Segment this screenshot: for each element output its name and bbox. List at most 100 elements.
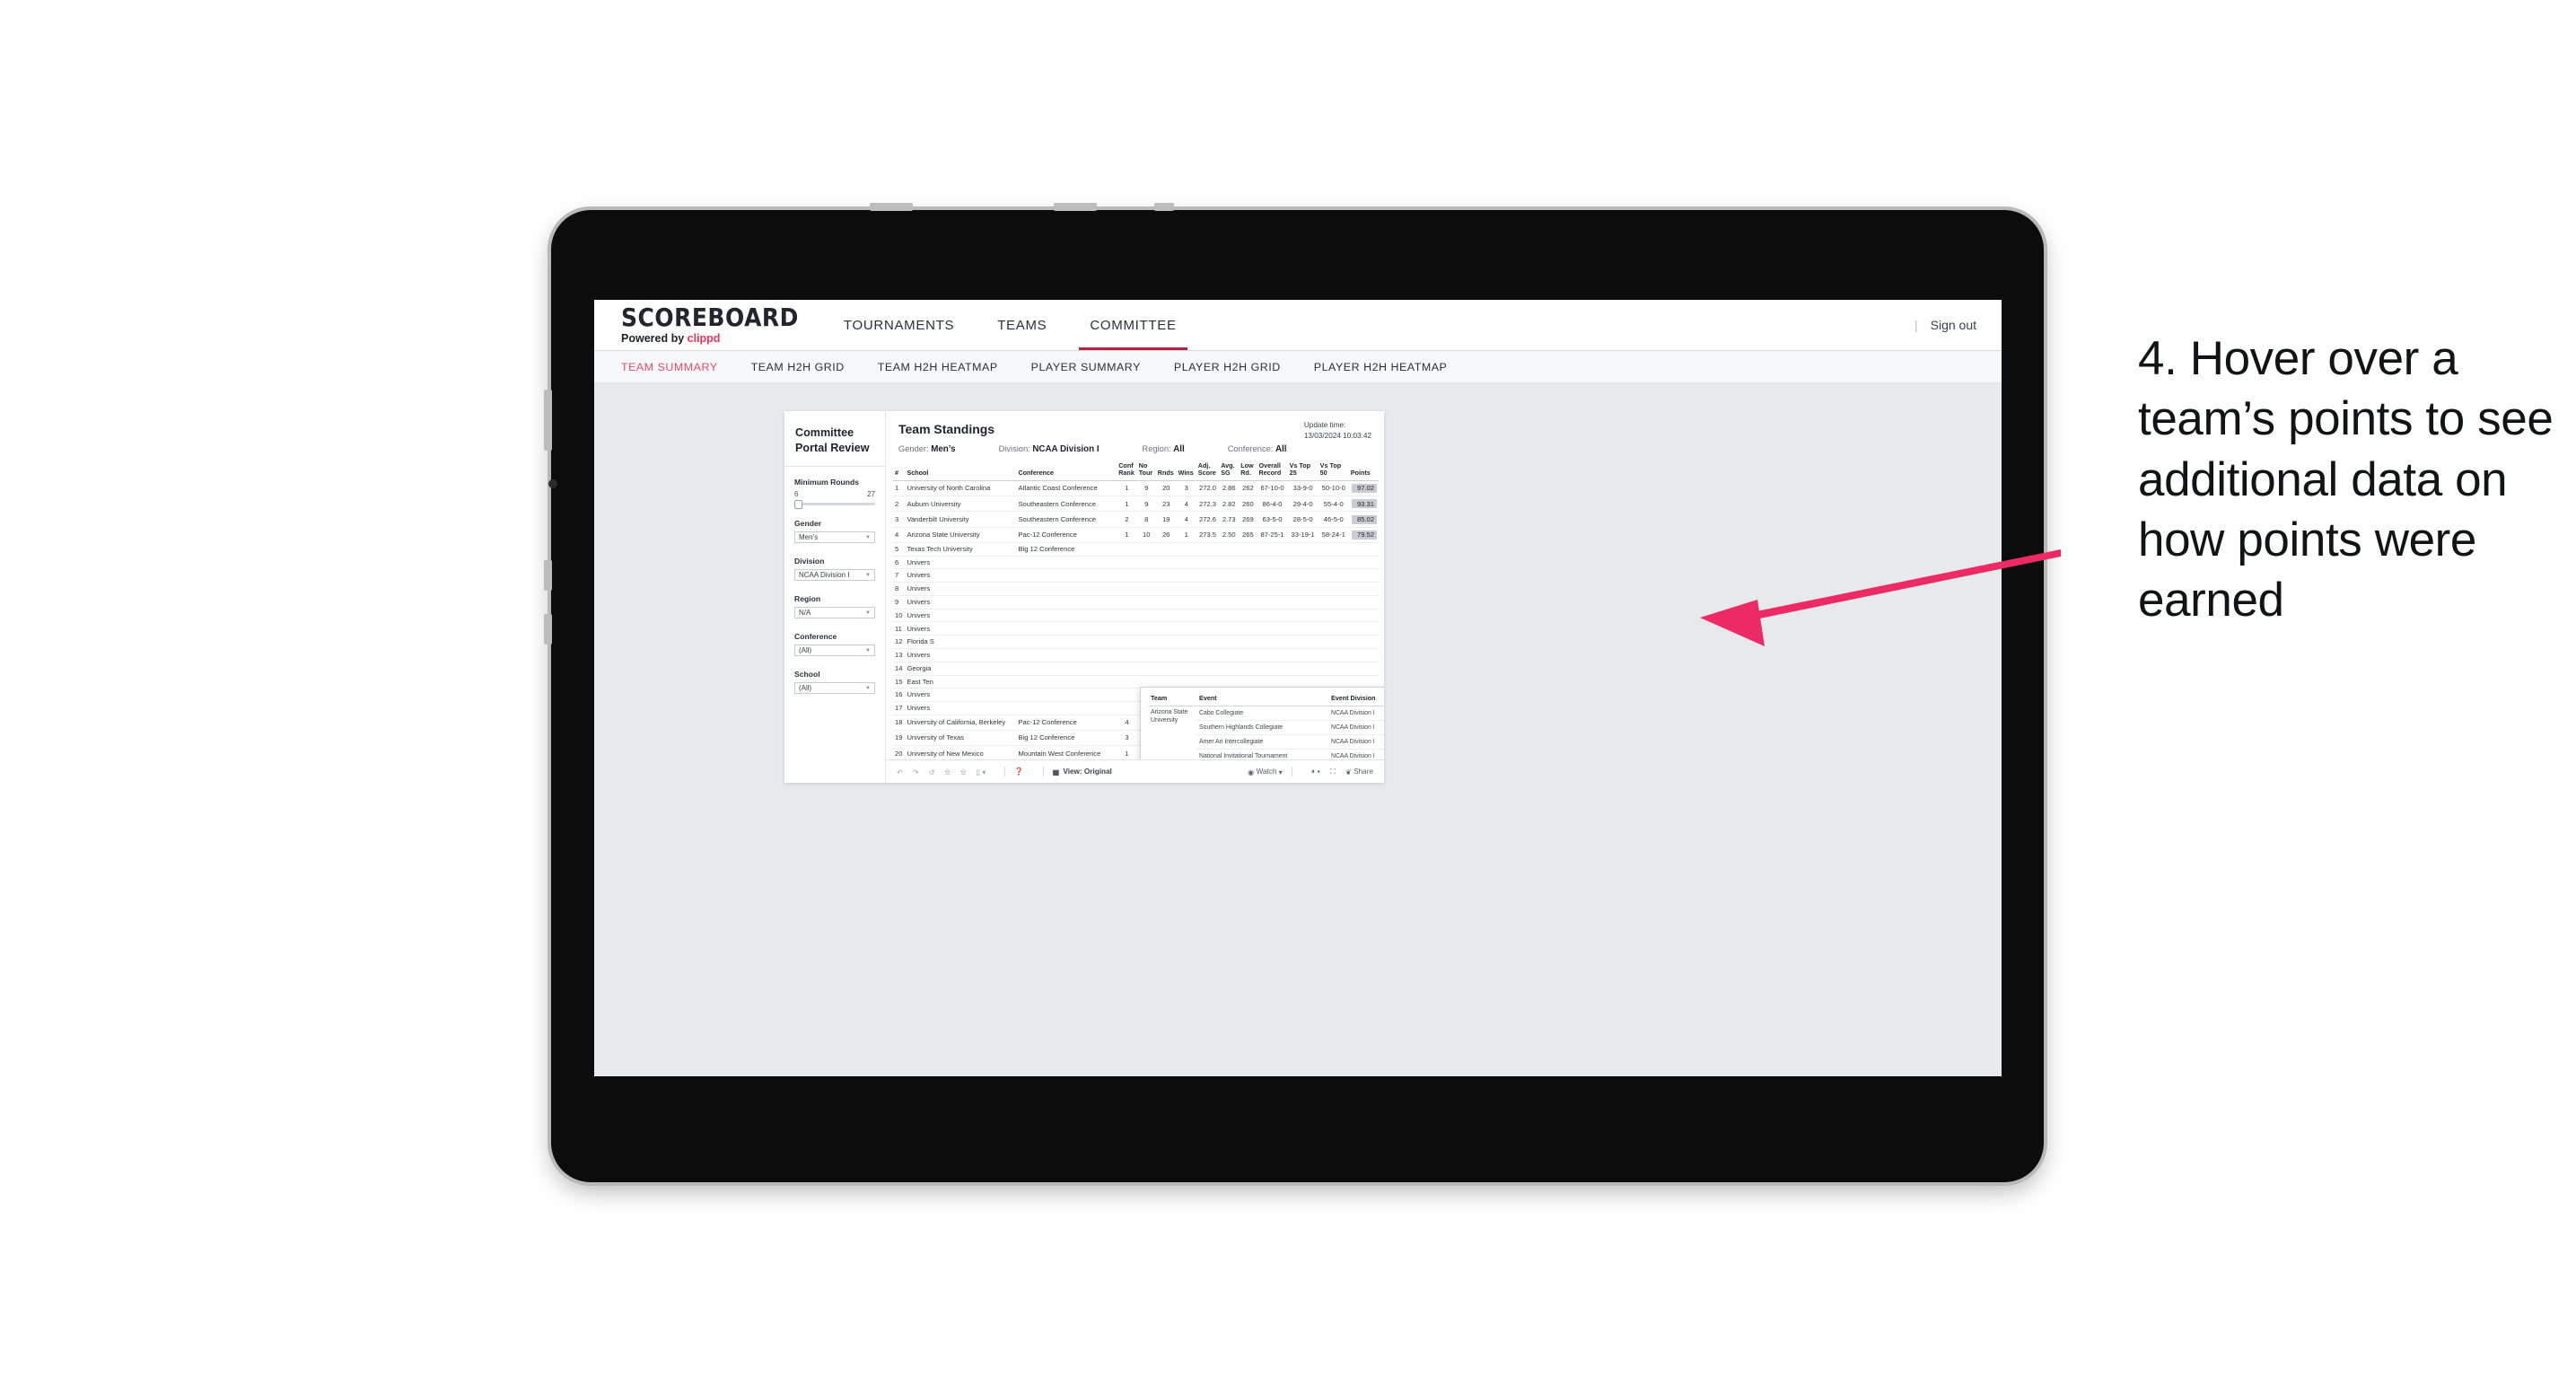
share-button[interactable]: ❦ Share [1345, 768, 1373, 776]
row-wins [1176, 582, 1196, 596]
tab-team-h2h-heatmap[interactable]: TEAM H2H HEATMAP [878, 361, 998, 373]
col-points[interactable]: Points [1348, 460, 1379, 482]
col-conference[interactable]: Conference [1016, 460, 1117, 482]
filter-school: School (All) ▼ [784, 670, 885, 695]
col-conf-rank[interactable]: Conf Rank [1117, 460, 1137, 482]
tooltip-table: Team Event Event Division Event Type Rou… [1148, 692, 1384, 759]
nav-item-teams[interactable]: TEAMS [976, 301, 1068, 350]
row-school: Univers [905, 648, 1017, 662]
view-original-button[interactable]: ▦ View: Original [1053, 768, 1112, 776]
table-row[interactable]: 1 University of North Carolina Atlantic Co… [893, 480, 1379, 497]
row-conf-rank [1117, 556, 1137, 570]
row-points[interactable]: 97.02 [1348, 480, 1379, 497]
table-row[interactable]: 7 Univers [893, 568, 1379, 583]
nav-item-tournaments[interactable]: TOURNAMENTS [822, 301, 976, 350]
tab-player-h2h-grid[interactable]: PLAYER H2H GRID [1174, 361, 1281, 373]
row-conference [1016, 556, 1117, 570]
points-value[interactable]: 79.52 [1352, 530, 1377, 539]
fullscreen-icon[interactable]: ⛶ [1330, 768, 1336, 776]
download-icon[interactable]: ⏸ ▾ [1311, 768, 1320, 776]
pause-updates-icon[interactable]: ⎒ [960, 768, 966, 776]
undo-icon[interactable]: ↶ [897, 768, 903, 776]
col-rnds[interactable]: Rnds [1155, 460, 1177, 482]
row-low-rd [1239, 542, 1257, 557]
row-conf-rank: 4 [1117, 715, 1137, 732]
tab-player-h2h-heatmap[interactable]: PLAYER H2H HEATMAP [1314, 361, 1448, 373]
watch-button[interactable]: ◉ Watch ▾ [1248, 768, 1283, 776]
table-row[interactable]: 2 Auburn University Southeastern Conferenc… [893, 496, 1379, 513]
region-select[interactable]: N/A ▼ [794, 607, 875, 619]
row-points[interactable] [1348, 568, 1379, 583]
row-points[interactable] [1348, 609, 1379, 623]
table-row[interactable]: 6 Univers [893, 556, 1379, 570]
row-low-rd [1239, 635, 1257, 649]
row-low-rd: 265 [1239, 527, 1257, 543]
sign-out-link[interactable]: Sign out [1931, 318, 1976, 332]
table-row[interactable]: 4 Arizona State University Pac-12 Conferen… [893, 527, 1379, 543]
row-points[interactable] [1348, 582, 1379, 596]
row-conference: Big 12 Conference [1016, 542, 1117, 557]
points-value[interactable]: 85.02 [1352, 514, 1377, 524]
nav-item-committee[interactable]: COMMITTEE [1068, 301, 1197, 350]
redo-icon[interactable]: ↷ [913, 768, 919, 776]
row-vs-top-50 [1318, 609, 1349, 623]
minimum-rounds-slider[interactable] [794, 499, 875, 509]
table-row[interactable]: 12 Florida S [893, 635, 1379, 649]
row-points[interactable]: 79.52 [1348, 527, 1379, 543]
col-rank[interactable]: # [893, 460, 906, 482]
meta-division: Division: NCAA Division I [999, 444, 1100, 454]
col-overall-record[interactable]: Overall Record [1257, 460, 1288, 482]
minimum-rounds-slider-handle[interactable] [794, 499, 802, 509]
update-time-label: Update time: [1303, 421, 1346, 429]
tab-team-h2h-grid[interactable]: TEAM H2H GRID [751, 361, 845, 373]
row-points[interactable] [1348, 556, 1379, 570]
table-row[interactable]: 3 Vanderbilt University Southeastern Confe… [893, 511, 1379, 528]
col-school[interactable]: School [905, 460, 1017, 482]
device-layout-icon[interactable]: ▯ ▾ [977, 768, 986, 776]
row-vs-top-25: 33-9-0 [1287, 480, 1319, 497]
points-value[interactable]: 93.31 [1352, 499, 1377, 509]
row-rnds: 19 [1155, 511, 1177, 528]
col-adj-score[interactable]: Adj. Score [1196, 460, 1220, 482]
row-conf-rank [1117, 688, 1137, 703]
table-row[interactable]: 8 Univers [893, 582, 1379, 596]
table-row[interactable]: 11 Univers [893, 621, 1379, 636]
points-value[interactable]: 97.02 [1352, 484, 1377, 494]
revert-icon[interactable]: ↺ [929, 768, 935, 776]
conference-select[interactable]: (All) ▼ [794, 645, 875, 657]
row-points[interactable] [1348, 648, 1379, 662]
row-points[interactable] [1348, 595, 1379, 610]
row-points[interactable]: 85.02 [1348, 511, 1379, 528]
col-vs-top-25[interactable]: Vs Top 25 [1287, 460, 1319, 482]
col-no-tour[interactable]: No Tour [1136, 460, 1156, 482]
col-vs-top-50[interactable]: Vs Top 50 [1318, 460, 1349, 482]
row-points[interactable] [1348, 542, 1379, 557]
table-row[interactable]: 5 Texas Tech University Big 12 Conference [893, 542, 1379, 557]
row-points[interactable] [1348, 635, 1379, 649]
help-icon[interactable]: ❓ [1014, 768, 1023, 776]
brand-subtitle-accent: clippd [687, 331, 721, 345]
tab-team-summary[interactable]: TEAM SUMMARY [621, 361, 718, 373]
row-rank: 20 [893, 745, 906, 759]
table-row[interactable]: 13 Univers [893, 648, 1379, 662]
tab-player-summary[interactable]: PLAYER SUMMARY [1031, 361, 1141, 373]
callout-arrow-icon [1700, 549, 2061, 646]
brand-logo[interactable]: SCOREBOARD Powered by clippd [594, 303, 822, 345]
col-low-rd[interactable]: Low Rd. [1239, 460, 1257, 482]
col-wins[interactable]: Wins [1176, 460, 1196, 482]
gender-select[interactable]: Men’s ▼ [794, 531, 875, 544]
school-select[interactable]: (All) ▼ [794, 682, 875, 695]
school-value: (All) [799, 684, 812, 693]
row-points[interactable] [1348, 662, 1379, 676]
table-row[interactable]: 14 Georgia [893, 662, 1379, 676]
row-points[interactable]: 93.31 [1348, 496, 1379, 513]
col-avg-sg[interactable]: Avg. SG [1219, 460, 1240, 482]
row-school: Univers [905, 556, 1017, 570]
brand-name: SCOREBOARD [621, 303, 799, 332]
division-select[interactable]: NCAA Division I ▼ [794, 569, 875, 582]
table-row[interactable]: 10 Univers [893, 609, 1379, 623]
refresh-data-icon[interactable]: ⎒ [945, 768, 951, 776]
row-points[interactable] [1348, 621, 1379, 636]
table-row[interactable]: 9 Univers [893, 595, 1379, 610]
row-conference [1016, 701, 1117, 715]
